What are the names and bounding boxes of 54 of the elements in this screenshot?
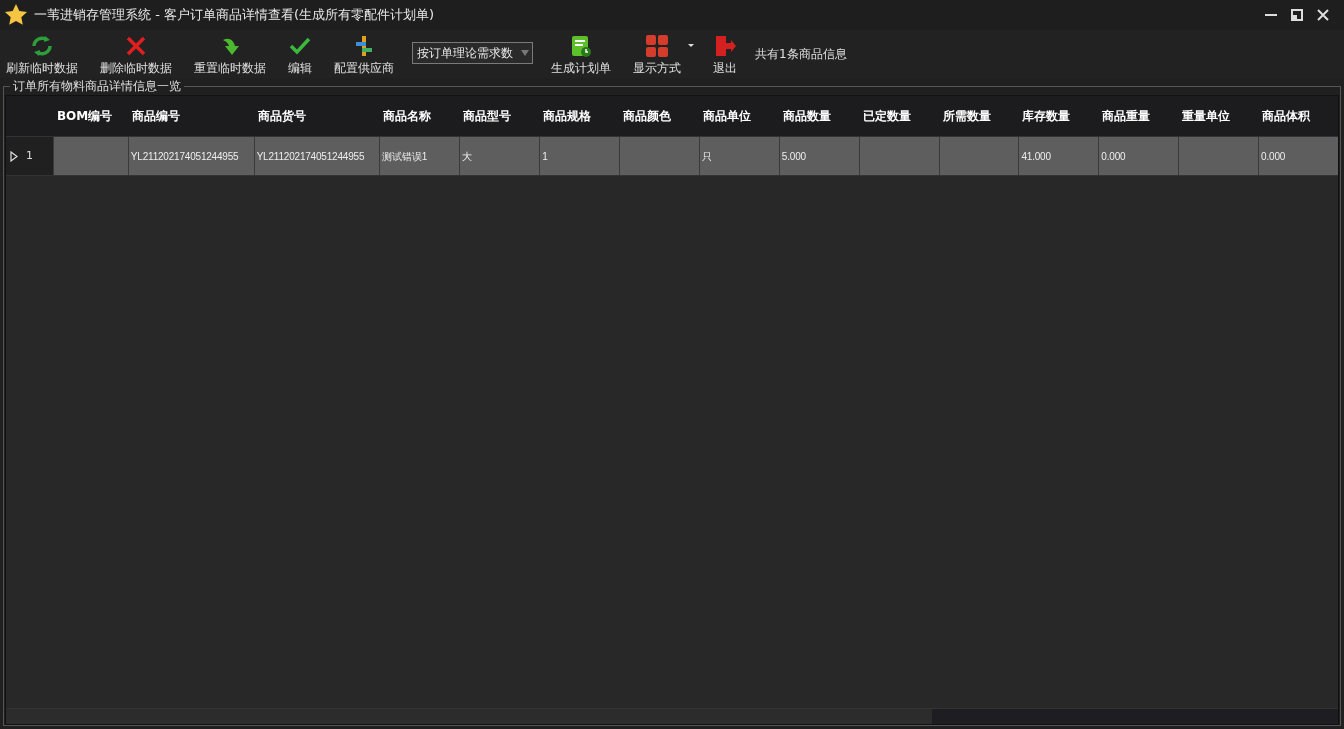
dropdown-arrow-icon [521,50,529,56]
dropdown[interactable]: 按订单理论需求数 [412,42,533,64]
toolbar-button[interactable]: 生成计划单 [547,34,615,75]
toolbar-button[interactable]: 编辑 [284,34,316,75]
column-header[interactable]: 商品规格 [539,96,620,136]
table-cell: 5.000 [778,137,859,175]
table-cell: 0.000 [1098,137,1179,175]
column-header[interactable]: 商品名称 [379,96,460,136]
table-cell: 大 [459,137,540,175]
caret-icon[interactable] [687,41,695,49]
table-cell: YL211202174051244955 [253,137,380,175]
table-cell: 0.000 [1258,137,1338,175]
column-header[interactable]: 重量单位 [1178,96,1259,136]
restore-icon [1291,9,1303,21]
group-title: 订单所有物料商品详情信息一览 [10,78,184,94]
horizontal-scrollbar[interactable] [6,708,1338,724]
column-header[interactable]: 商品重量 [1098,96,1179,136]
window-title: 一苇进销存管理系统 - 客户订单商品详情查看(生成所有零配件计划单) [34,6,435,25]
toolbar-button[interactable]: 显示方式 [629,34,685,75]
toolbar-button[interactable]: 刷新临时数据 [2,34,82,75]
column-header[interactable]: 商品型号 [459,96,540,136]
row-number: 1 [26,147,33,164]
door-exit-icon [713,34,737,58]
table-cell: 测试错误1 [379,137,460,175]
column-header[interactable]: 商品体积 [1258,96,1338,136]
star-icon [4,3,28,27]
close-icon [1317,9,1329,21]
table-cell: 41.000 [1018,137,1099,175]
column-header[interactable]: 商品颜色 [619,96,699,136]
item-count-label: 共有1条商品信息 [755,46,847,63]
column-header[interactable]: 商品单位 [698,96,779,136]
grid-icon [645,34,669,58]
column-header[interactable]: 所需数量 [938,96,1019,136]
minimize-icon [1265,14,1277,16]
column-header[interactable]: 库存数量 [1018,96,1099,136]
toolbar-button[interactable]: 退出 [709,34,741,75]
table-cell: 1 [539,137,620,175]
toolbar-button[interactable]: 重置临时数据 [190,34,270,75]
column-header[interactable]: 已定数量 [858,96,939,136]
refresh-icon [30,34,54,58]
scrollbar-thumb[interactable] [6,709,932,724]
row-header[interactable]: 1 [6,137,53,175]
column-header[interactable]: BOM编号 [52,96,128,136]
table-cell: YL211202174051244955 [127,137,254,175]
current-row-icon [10,150,18,162]
dropdown-value: 按订单理论需求数 [417,45,513,62]
calendar-document-icon [569,34,593,58]
column-header[interactable]: 商品数量 [778,96,859,136]
column-header[interactable]: 商品编号 [127,96,254,136]
toolbar-button[interactable]: 配置供应商 [330,34,398,75]
column-header[interactable]: 商品货号 [253,96,380,136]
table-cell: 只 [698,137,779,175]
delete-icon [124,34,148,58]
toolbar-button[interactable]: 删除临时数据 [96,34,176,75]
